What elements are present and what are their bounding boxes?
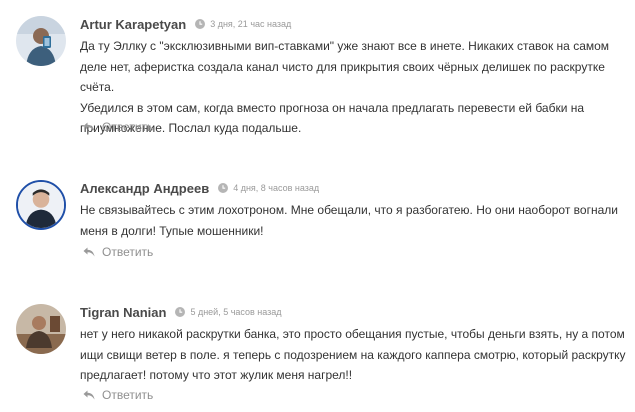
comment-time[interactable]: 5 дней, 5 часов назад	[190, 307, 281, 317]
author-name[interactable]: Tigran Nanian	[80, 305, 166, 320]
avatar[interactable]	[16, 304, 66, 354]
reply-icon	[83, 390, 95, 400]
man-portrait-avatar-icon	[18, 182, 64, 228]
clock-icon	[218, 183, 229, 193]
comment-meta: Tigran Nanian 5 дней, 5 часов назад	[80, 304, 282, 320]
comment-text: Да ту Эллку с "эксклюзивными вип-ставкам…	[80, 36, 630, 139]
reply-button[interactable]: Ответить	[83, 245, 153, 259]
avatar[interactable]	[16, 180, 66, 230]
comment-line: ищи свищи ветер в поле. я теперь с подоз…	[80, 347, 626, 362]
comment-line: Убедился в этом сам, когда вместо прогно…	[80, 100, 585, 115]
clock-icon	[195, 19, 206, 29]
comment-line: приумножение. Послал куда подальше.	[80, 121, 302, 135]
comment-line: деле нет, аферистка создала канал чисто …	[80, 59, 605, 95]
author-name[interactable]: Александр Андреев	[80, 181, 209, 196]
comment-text: нет у него никакой раскрутки банка, это …	[80, 324, 630, 386]
comment-line: Не связывайтесь с этим лохотроном. Мне о…	[80, 203, 618, 217]
comment-time[interactable]: 3 дня, 21 час назад	[210, 19, 291, 29]
reply-button[interactable]: Ответить	[83, 120, 153, 134]
reply-label: Ответить	[102, 120, 154, 134]
person-with-phone-avatar-icon	[16, 16, 66, 66]
man-seated-avatar-icon	[16, 304, 66, 354]
comment-meta: Artur Karapetyan 3 дня, 21 час назад	[80, 16, 291, 32]
comment-time[interactable]: 4 дня, 8 часов назад	[233, 183, 319, 193]
comment-line: нет у него никакой раскрутки банка, это …	[80, 327, 625, 341]
reply-label: Ответить	[102, 388, 154, 402]
comment-meta: Александр Андреев 4 дня, 8 часов назад	[80, 180, 319, 196]
comment-line: меня в долги! Тупые мошенники!	[80, 223, 264, 238]
comment-line: предлагает! потому что этот жулик меня н…	[80, 368, 353, 382]
avatar[interactable]	[16, 16, 66, 66]
reply-button[interactable]: Ответить	[83, 388, 153, 402]
reply-label: Ответить	[102, 245, 154, 259]
clock-icon	[175, 307, 186, 317]
author-name[interactable]: Artur Karapetyan	[80, 17, 186, 32]
reply-icon	[83, 247, 95, 257]
reply-icon	[83, 122, 95, 132]
comment-line: Да ту Эллку с "эксклюзивными вип-ставкам…	[80, 39, 610, 53]
comment-text: Не связывайтесь с этим лохотроном. Мне о…	[80, 200, 630, 241]
